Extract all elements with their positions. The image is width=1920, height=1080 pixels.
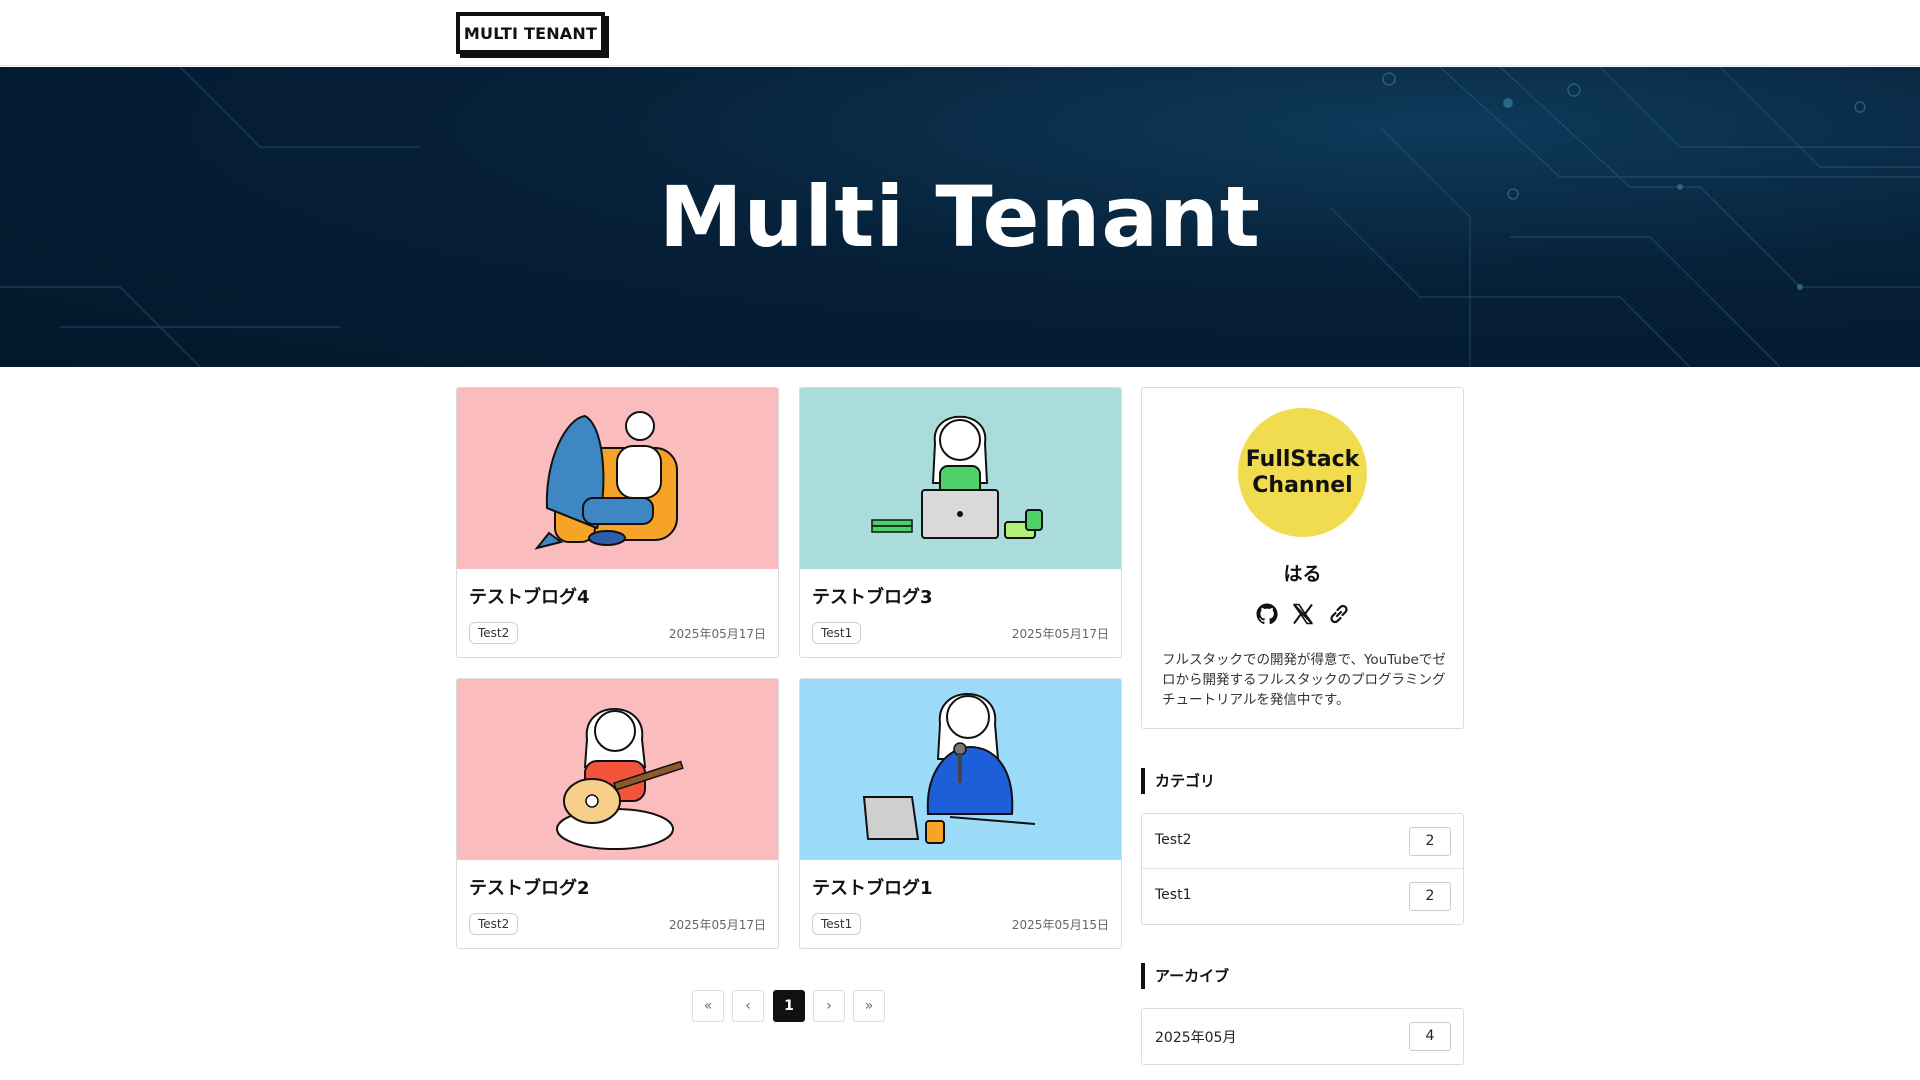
post-category-tag[interactable]: Test2: [469, 622, 519, 644]
post-card[interactable]: テストブログ3 Test1 2025年05月17日: [799, 387, 1122, 658]
social-links: [1142, 601, 1463, 627]
profile-name: はる: [1283, 563, 1322, 585]
link-icon[interactable]: [1326, 601, 1352, 627]
archive-item[interactable]: 2025年05月 4: [1142, 1009, 1463, 1064]
category-label: Test2: [1155, 832, 1192, 848]
post-title[interactable]: テストブログ1: [812, 874, 933, 900]
microphone-girl-illustration: [800, 679, 1121, 860]
category-count: 2: [1409, 882, 1451, 911]
site-header: MULTI TENANT: [0, 0, 1920, 66]
post-category-tag[interactable]: Test1: [812, 622, 862, 644]
next-page-button[interactable]: ›: [813, 990, 845, 1022]
post-category-tag[interactable]: Test2: [469, 913, 519, 935]
hero-banner: Multi Tenant: [0, 67, 1920, 367]
guitar-girl-illustration: [457, 679, 778, 860]
page-number-button[interactable]: 1: [773, 990, 805, 1022]
profile-description: フルスタックでの開発が得意で、YouTubeでゼロから開発するフルスタックのプロ…: [1162, 652, 1446, 708]
archive-list: 2025年05月 4: [1141, 1008, 1464, 1065]
site-logo[interactable]: MULTI TENANT: [456, 12, 605, 54]
post-date: 2025年05月17日: [668, 918, 766, 932]
post-date: 2025年05月17日: [668, 627, 766, 641]
avatar-text-line: FullStack: [1245, 446, 1360, 472]
category-item[interactable]: Test1 2: [1142, 869, 1463, 924]
post-date: 2025年05月17日: [1011, 627, 1109, 641]
archive-count: 4: [1409, 1022, 1451, 1051]
archive-label: 2025年05月: [1155, 1030, 1237, 1046]
shark-on-sofa-illustration: [457, 388, 778, 569]
post-title[interactable]: テストブログ4: [469, 583, 590, 609]
profile-card: FullStack Channel はる フルスタックでの開発が得意で、YouT…: [1141, 387, 1464, 729]
categories-heading: カテゴリ: [1141, 768, 1215, 794]
laptop-girl-illustration: [800, 388, 1121, 569]
previous-page-button[interactable]: ‹: [732, 990, 764, 1022]
category-label: Test1: [1155, 887, 1192, 903]
avatar-text-line: Channel: [1252, 472, 1353, 498]
post-card[interactable]: テストブログ1 Test1 2025年05月15日: [799, 678, 1122, 949]
category-count: 2: [1409, 827, 1451, 856]
x-icon[interactable]: [1290, 601, 1316, 627]
hero-title: Multi Tenant: [659, 168, 1261, 266]
post-date: 2025年05月15日: [1011, 918, 1109, 932]
category-item[interactable]: Test2 2: [1142, 814, 1463, 869]
first-page-button[interactable]: «: [692, 990, 724, 1022]
github-icon[interactable]: [1254, 601, 1280, 627]
post-title[interactable]: テストブログ2: [469, 874, 590, 900]
post-card[interactable]: テストブログ2 Test2 2025年05月17日: [456, 678, 779, 949]
post-category-tag[interactable]: Test1: [812, 913, 862, 935]
post-title[interactable]: テストブログ3: [812, 583, 933, 609]
archive-heading: アーカイブ: [1141, 963, 1229, 989]
last-page-button[interactable]: »: [853, 990, 885, 1022]
category-list: Test2 2 Test1 2: [1141, 813, 1464, 925]
avatar: FullStack Channel: [1238, 408, 1367, 537]
post-card[interactable]: テストブログ4 Test2 2025年05月17日: [456, 387, 779, 658]
